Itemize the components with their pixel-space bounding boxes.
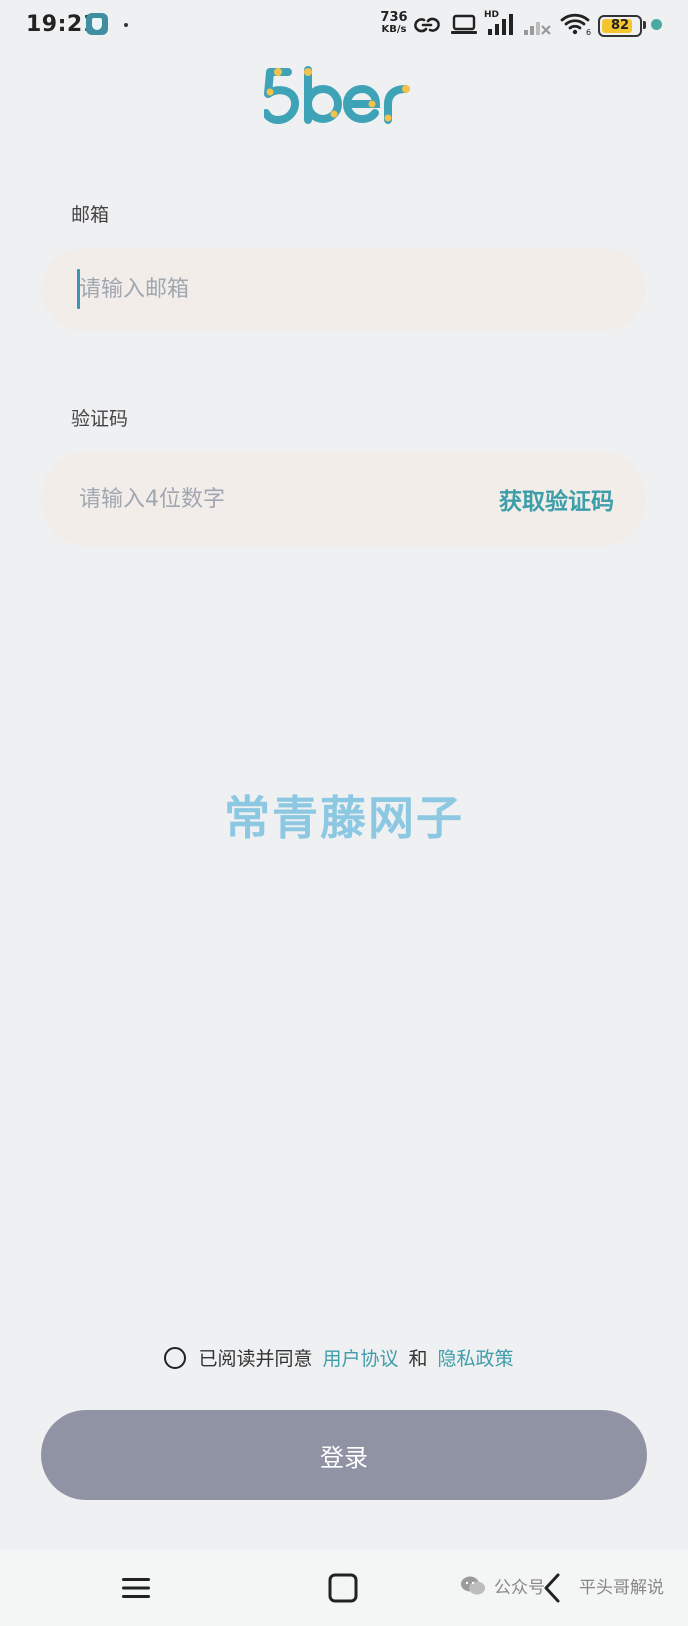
get-code-button[interactable]: 获取验证码 (499, 452, 614, 546)
security-app-icon (86, 13, 108, 35)
verification-code-input[interactable] (79, 452, 459, 546)
laptop-icon (451, 14, 477, 34)
link-icon (414, 17, 440, 33)
network-speed-value: 736 (380, 10, 408, 25)
cellular-signal-weak-icon (524, 22, 551, 35)
battery-icon: 82 (598, 15, 642, 37)
watermark-text: 常青藤网子 (224, 791, 464, 845)
login-button[interactable]: 登录 (41, 1410, 647, 1500)
agreement-row: 已阅读并同意 用户协议 和 隐私政策 (0, 1344, 688, 1371)
verification-code-field[interactable]: 获取验证码 (41, 452, 646, 546)
verification-code-label: 验证码 (71, 408, 129, 430)
menu-icon (122, 1578, 150, 1598)
status-bar: 19:21 736 KB/s HD 6 82 (0, 0, 688, 52)
wifi-icon: 6 (560, 13, 591, 36)
menu-button[interactable] (96, 1550, 176, 1626)
privacy-policy-link[interactable]: 隐私政策 (438, 1344, 514, 1371)
account-name: 平头哥解说 (579, 1578, 664, 1598)
email-input[interactable] (79, 248, 459, 330)
svg-text:6: 6 (586, 28, 591, 36)
wechat-icon (461, 1576, 485, 1594)
network-speed: 736 KB/s (379, 10, 409, 36)
home-icon (328, 1573, 358, 1603)
app-logo (264, 66, 410, 124)
notification-dot-icon (124, 23, 128, 27)
network-speed-unit: KB/s (381, 24, 407, 35)
battery-cap (643, 21, 646, 29)
home-button[interactable] (303, 1550, 383, 1626)
agreement-prefix: 已阅读并同意 (198, 1348, 313, 1370)
email-label: 邮箱 (71, 204, 110, 226)
wechat-account-tag: 公众号 平头哥解说 (460, 1573, 664, 1598)
wechat-label: 公众号 (494, 1578, 545, 1598)
agreement-checkbox[interactable] (164, 1346, 187, 1369)
agreement-conjunction: 和 (408, 1348, 428, 1370)
cellular-signal-icon (488, 14, 513, 35)
email-field[interactable] (41, 248, 646, 330)
battery-level: 82 (610, 18, 630, 33)
login-screen: 19:21 736 KB/s HD 6 82 邮箱 请输入邮箱 验证码 请输入4… (0, 0, 688, 1626)
text-cursor (77, 269, 80, 309)
user-agreement-link[interactable]: 用户协议 (322, 1344, 398, 1371)
status-dot-icon (651, 19, 662, 30)
